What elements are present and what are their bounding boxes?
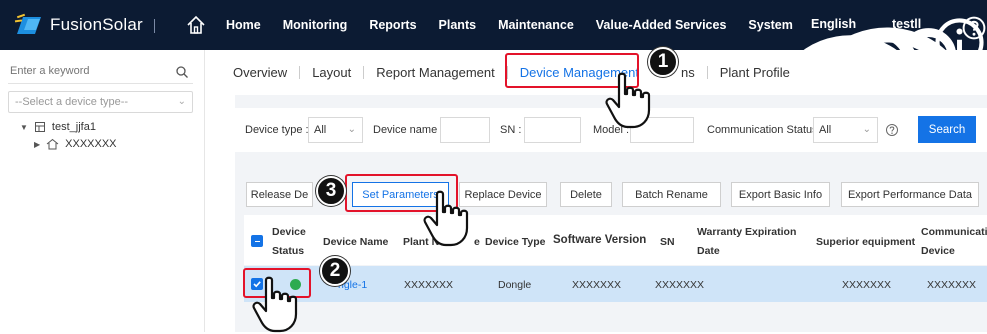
tree-node-plant[interactable]: ▼ test_jjfa1 [20,121,96,133]
cell-plant-name: XXXXXXX [404,279,454,291]
tab-divider [363,65,365,79]
column-plant-name-tail: e [474,236,480,248]
tree-node-plant-label: test_jjfa1 [51,121,96,133]
replace-device-button[interactable]: Replace Device [459,182,547,207]
home-icon [46,138,59,150]
device-type-select[interactable]: --Select a device type-- ⌄ [8,91,193,113]
tab-report-management[interactable]: Report Management [376,65,495,80]
cell-device-type: Dongle [498,279,532,291]
chevron-down-icon: ⌄ [862,124,871,135]
app-logo[interactable]: FusionSolar [14,13,143,37]
pointer-hand-icon [605,72,651,129]
device-type-filter[interactable]: All ⌄ [308,117,363,143]
tab-layout[interactable]: Layout [312,65,351,80]
caret-down-icon[interactable]: ▼ [20,123,28,132]
pointer-hand-icon [423,190,469,247]
column-superior-equipment[interactable]: Superior equipment [816,234,915,250]
help-icon[interactable] [961,15,987,41]
main-nav: Home Monitoring Reports Plants Maintenan… [226,0,815,50]
batch-rename-button[interactable]: Batch Rename [622,182,721,207]
chevron-down-icon: ⌄ [347,124,356,135]
device-type-select-placeholder: --Select a device type-- [15,96,129,108]
cell-communication-device: XXXXXXX [927,279,977,291]
column-device-status-line2: Status [272,245,305,257]
sn-label: SN : [500,124,522,136]
question-icon[interactable] [885,123,899,137]
device-name-input[interactable] [440,117,490,143]
tab-divider [706,65,708,79]
step-2-badge: 2 [320,256,350,286]
app-name: FusionSolar [50,15,143,34]
search-icon[interactable] [175,65,189,79]
search-button[interactable]: Search [918,116,976,143]
chevron-down-icon: ⌄ [177,96,186,107]
column-device-status-line1: Device [272,226,306,238]
tab-alarms[interactable]: ns [681,65,695,80]
communication-status-filter-value: All [819,124,832,136]
column-warranty-line2: Date [697,245,720,257]
device-tree-sidebar: --Select a device type-- ⌄ ▼ test_jjfa1 … [0,50,205,332]
fusionsolar-logo-icon [14,13,41,34]
export-performance-data-button[interactable]: Export Performance Data [841,182,979,207]
tab-overview[interactable]: Overview [233,65,287,80]
tab-divider [299,65,301,79]
tree-node-device[interactable]: ▶ XXXXXXX [34,138,117,150]
indeterminate-mark [254,240,260,243]
communication-status-filter[interactable]: All ⌄ [813,117,878,143]
user-name[interactable]: testll [892,17,921,31]
home-icon[interactable] [185,14,207,36]
release-device-button[interactable]: Release De [246,182,313,207]
caret-right-icon[interactable]: ▶ [34,140,40,149]
top-navigation-bar: FusionSolar Home Monitoring Reports Plan… [0,0,987,236]
language-selector[interactable]: English [811,17,856,31]
step-3-badge: 3 [316,176,346,206]
device-type-label: Device type : [245,124,309,136]
column-device-type[interactable]: Device Type [485,234,546,250]
nav-home[interactable]: Home [226,18,261,32]
nav-monitoring[interactable]: Monitoring [283,18,348,32]
nav-value-added-services[interactable]: Value-Added Services [596,18,727,32]
tree-node-device-label: XXXXXXX [65,138,117,150]
column-sn[interactable]: SN [660,234,675,250]
logo-divider [154,19,155,33]
cell-sn: XXXXXXX [655,279,705,291]
column-communication-device-line1: Communicatio [921,226,987,238]
nav-reports[interactable]: Reports [369,18,416,32]
nav-plants[interactable]: Plants [439,18,477,32]
device-type-filter-value: All [314,124,327,136]
delete-button[interactable]: Delete [560,182,612,207]
keyword-search-box[interactable] [8,60,193,84]
column-software-version[interactable]: Software Version [553,232,646,248]
pointer-hand-icon [252,276,298,333]
nav-maintenance[interactable]: Maintenance [498,18,574,32]
export-basic-info-button[interactable]: Export Basic Info [731,182,830,207]
column-warranty-line1: Warranty Expiration [697,226,797,238]
sn-input[interactable] [524,117,581,143]
device-name-label: Device name : [373,124,444,136]
tab-plant-profile[interactable]: Plant Profile [720,65,790,80]
column-communication-device-line2: Device [921,245,955,257]
cell-superior-equipment: XXXXXXX [842,279,892,291]
column-device-name[interactable]: Device Name [323,234,388,250]
communication-status-label: Communication Status : [707,124,824,136]
keyword-search-input[interactable] [10,65,160,77]
select-all-checkbox[interactable] [251,235,263,247]
plant-icon [34,122,45,132]
cell-software-version: XXXXXXX [572,279,622,291]
